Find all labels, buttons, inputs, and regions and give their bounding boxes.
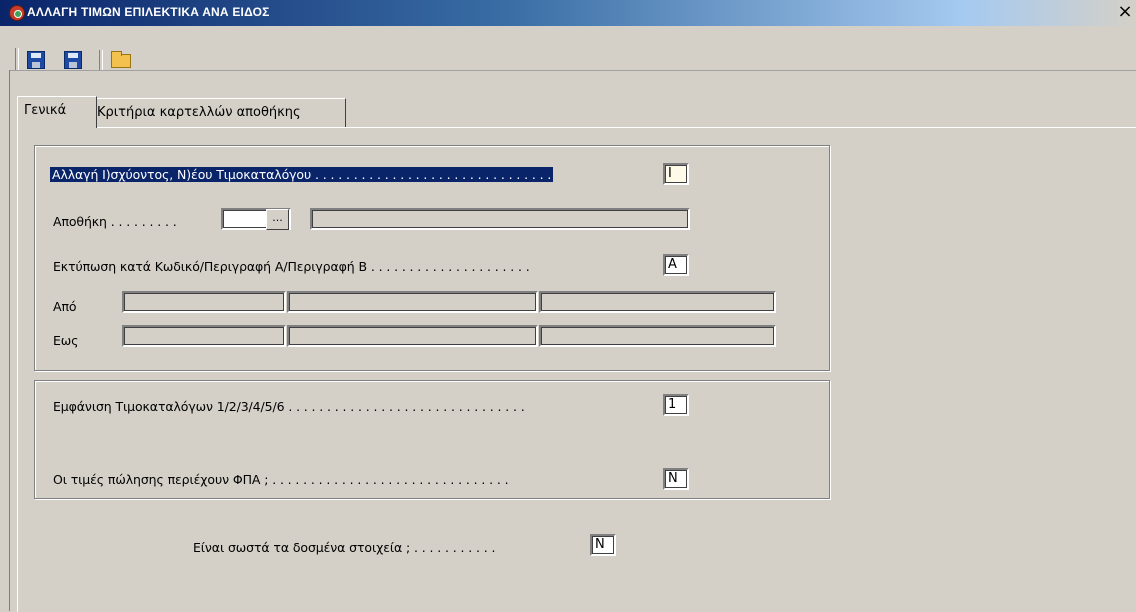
toolbar-grip[interactable] — [15, 48, 19, 70]
tab-general[interactable]: Γενικά — [17, 96, 97, 128]
prices-include-vat-field[interactable]: N — [663, 468, 689, 490]
prices-include-vat-label: Οι τιμές πώλησης περιέχουν ΦΠΑ ; . . . .… — [53, 472, 509, 487]
save-as-icon[interactable] — [64, 51, 82, 69]
from-field-3 — [539, 291, 776, 313]
app-icon — [9, 5, 25, 21]
open-folder-icon[interactable] — [111, 51, 131, 68]
from-label: Από — [53, 299, 77, 314]
toolbar — [0, 26, 1136, 71]
change-pricelist-field[interactable]: I — [663, 163, 689, 185]
to-field-3 — [539, 325, 776, 347]
to-field-1 — [122, 325, 286, 347]
from-field-2 — [287, 291, 538, 313]
confirm-field[interactable]: N — [590, 534, 616, 556]
print-by-label: Εκτύπωση κατά Κωδικό/Περιγραφή Α/Περιγρα… — [53, 259, 530, 274]
title-bar: ΑΛΛΑΓΗ ΤΙΜΩΝ ΕΠΙΛΕΚΤΙΚΑ ΑΝΑ ΕΙΔΟΣ × — [0, 0, 1136, 26]
window-left-edge — [0, 70, 10, 611]
save-icon[interactable] — [27, 51, 45, 69]
close-button[interactable]: × — [1117, 3, 1133, 21]
warehouse-description-field — [310, 208, 690, 230]
tab-warehouse-criteria[interactable]: Κριτήρια καρτελλών αποθήκης — [90, 98, 346, 128]
to-label: Εως — [53, 333, 79, 348]
warehouse-label: Αποθήκη . . . . . . . . . — [53, 214, 177, 229]
change-pricelist-label: Αλλαγή Ι)σχύοντος, Ν)έου Τιμοκαταλόγου .… — [50, 167, 554, 182]
show-pricelists-field[interactable]: 1 — [663, 394, 689, 416]
window-title: ΑΛΛΑΓΗ ΤΙΜΩΝ ΕΠΙΛΕΚΤΙΚΑ ΑΝΑ ΕΙΔΟΣ — [27, 5, 270, 19]
print-by-field[interactable]: A — [663, 254, 689, 276]
toolbar-separator — [99, 50, 103, 70]
show-pricelists-label: Εμφάνιση Τιμοκαταλόγων 1/2/3/4/5/6 . . .… — [53, 399, 525, 414]
change-pricelist-value: I — [668, 166, 672, 181]
warehouse-lookup-button[interactable]: ... — [266, 209, 289, 230]
to-field-2 — [287, 325, 538, 347]
from-field-1 — [122, 291, 286, 313]
confirm-label: Είναι σωστά τα δοσμένα στοιχεία ; . . . … — [193, 540, 496, 555]
